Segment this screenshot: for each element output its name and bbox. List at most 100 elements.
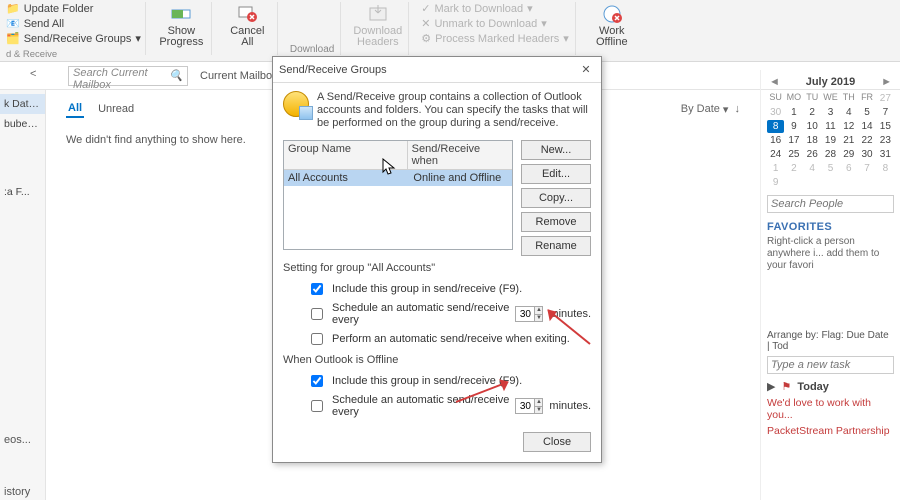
work-offline-button[interactable]: WorkOffline [582, 2, 642, 55]
calendar-day[interactable]: 6 [840, 162, 857, 175]
cancel-icon [233, 2, 261, 26]
unmark-icon: ✕ [421, 17, 430, 30]
unmark-command: ✕Unmark to Download▾ [421, 17, 569, 30]
calendar-day[interactable]: 2 [785, 162, 802, 175]
calendar-next-button[interactable]: ► [879, 76, 894, 88]
folder-node[interactable]: :a F... [0, 182, 45, 202]
calendar-day[interactable]: 9 [767, 176, 784, 189]
send-all-command[interactable]: 📧Send All [6, 17, 141, 30]
calendar-day[interactable]: 30 [858, 148, 875, 161]
minutes-label: minutes. [549, 308, 591, 320]
search-mailbox-input[interactable]: Search Current Mailbox 🔍 [68, 66, 188, 86]
tab-unread[interactable]: Unread [96, 101, 136, 117]
calendar-dow: FR [858, 92, 875, 105]
process-marked-command: ⚙Process Marked Headers▾ [421, 32, 569, 45]
calendar-day[interactable]: 7 [858, 162, 875, 175]
calendar-day[interactable]: 30 [767, 106, 784, 119]
calendar-day[interactable]: 15 [877, 120, 894, 133]
edit-group-button[interactable]: Edit... [521, 164, 591, 184]
calendar-day[interactable]: 24 [767, 148, 784, 161]
calendar-day[interactable]: 4 [840, 106, 857, 119]
send-receive-groups-menu[interactable]: 🗂️Send/Receive Groups▾ [6, 32, 141, 45]
calendar-day[interactable]: 22 [858, 134, 875, 147]
calendar-day[interactable]: 3 [822, 106, 839, 119]
calendar-day[interactable]: 7 [877, 106, 894, 119]
calendar-day[interactable]: 5 [858, 106, 875, 119]
folder-node[interactable]: bubevide [0, 114, 45, 134]
calendar-day[interactable]: 14 [858, 120, 875, 133]
tab-all[interactable]: All [66, 100, 84, 118]
offline-include-checkbox[interactable] [311, 375, 323, 387]
offline-icon [598, 2, 626, 26]
close-icon[interactable]: ✕ [577, 61, 595, 79]
calendar-day[interactable]: 2 [804, 106, 821, 119]
calendar-day[interactable]: 1 [767, 162, 784, 175]
calendar-day[interactable]: 9 [785, 120, 802, 133]
copy-group-button[interactable]: Copy... [521, 188, 591, 208]
new-task-input[interactable] [767, 356, 894, 374]
progress-icon [167, 2, 195, 26]
calendar-dow: TH [840, 92, 857, 105]
calendar-day[interactable]: 23 [877, 134, 894, 147]
group-list-table[interactable]: Group Name Send/Receive when All Account… [283, 140, 513, 250]
calendar-day[interactable]: 16 [767, 134, 784, 147]
calendar-day[interactable]: 1 [785, 106, 802, 119]
on-exit-checkbox[interactable] [311, 333, 323, 345]
spin-down-icon[interactable]: ▼ [534, 315, 542, 322]
new-group-button[interactable]: New... [521, 140, 591, 160]
calendar-day[interactable]: 27 [877, 92, 894, 105]
spin-down-icon[interactable]: ▼ [534, 407, 542, 414]
task-item[interactable]: PacketStream Partnership [767, 425, 894, 437]
collapse-caret-icon[interactable]: < [30, 68, 36, 80]
calendar-day[interactable]: 8 [877, 162, 894, 175]
offline-interval-spinbox[interactable]: ▲▼ [515, 398, 543, 414]
offline-schedule-checkbox[interactable] [311, 400, 323, 412]
calendar-day[interactable]: 29 [840, 148, 857, 161]
schedule-checkbox[interactable] [311, 308, 323, 320]
show-progress-button[interactable]: ShowProgress [152, 2, 212, 55]
calendar-day[interactable]: 10 [804, 120, 821, 133]
calendar-day[interactable]: 19 [822, 134, 839, 147]
calendar-day[interactable]: 21 [840, 134, 857, 147]
spin-up-icon[interactable]: ▲ [534, 307, 542, 315]
remove-group-button[interactable]: Remove [521, 212, 591, 232]
dialog-icon [283, 91, 309, 117]
interval-value[interactable] [516, 307, 534, 321]
calendar-day[interactable]: 5 [822, 162, 839, 175]
close-dialog-button[interactable]: Close [523, 432, 591, 452]
sort-by-date[interactable]: By Date▾ ↓ [681, 103, 740, 116]
interval-spinbox[interactable]: ▲▼ [515, 306, 543, 322]
calendar-day[interactable]: 25 [785, 148, 802, 161]
task-item[interactable]: We'd love to work with you... [767, 397, 894, 421]
group-icon: 🗂️ [6, 32, 20, 45]
calendar-day[interactable]: 26 [804, 148, 821, 161]
calendar-day[interactable]: 12 [840, 120, 857, 133]
folder-node[interactable]: eos... [4, 434, 46, 446]
calendar-prev-button[interactable]: ◄ [767, 76, 782, 88]
search-people-input[interactable] [767, 195, 894, 213]
scope-current-mailbox[interactable]: Current Mailbox [196, 70, 282, 82]
cancel-all-button[interactable]: CancelAll [218, 2, 278, 55]
include-group-checkbox[interactable] [311, 283, 323, 295]
on-exit-label: Perform an automatic send/receive when e… [332, 333, 570, 345]
folder-node[interactable]: istory [4, 486, 46, 498]
rename-group-button[interactable]: Rename [521, 236, 591, 256]
calendar-day[interactable]: 8 [767, 120, 784, 133]
folder-node[interactable]: k Data F... [0, 94, 45, 114]
update-folder-command[interactable]: 📁Update Folder [6, 2, 141, 15]
calendar-dow: SU [767, 92, 784, 105]
expand-today-icon[interactable]: ▶ [767, 380, 775, 393]
mark-to-download-command: ✓Mark to Download▾ [421, 2, 569, 15]
calendar-day[interactable]: 11 [822, 120, 839, 133]
group-row-all-accounts[interactable]: All Accounts Online and Offline [284, 170, 512, 186]
calendar-day[interactable]: 28 [822, 148, 839, 161]
calendar-day[interactable]: 17 [785, 134, 802, 147]
spin-up-icon[interactable]: ▲ [534, 399, 542, 407]
calendar-day[interactable]: 18 [804, 134, 821, 147]
arrange-by-label[interactable]: Arrange by: Flag: Due Date | Tod [767, 330, 894, 352]
calendar-day[interactable]: 31 [877, 148, 894, 161]
cell-when: Online and Offline [409, 170, 505, 186]
chevron-down-icon: ▾ [563, 32, 569, 45]
calendar-day[interactable]: 4 [804, 162, 821, 175]
offline-interval-value[interactable] [516, 399, 534, 413]
